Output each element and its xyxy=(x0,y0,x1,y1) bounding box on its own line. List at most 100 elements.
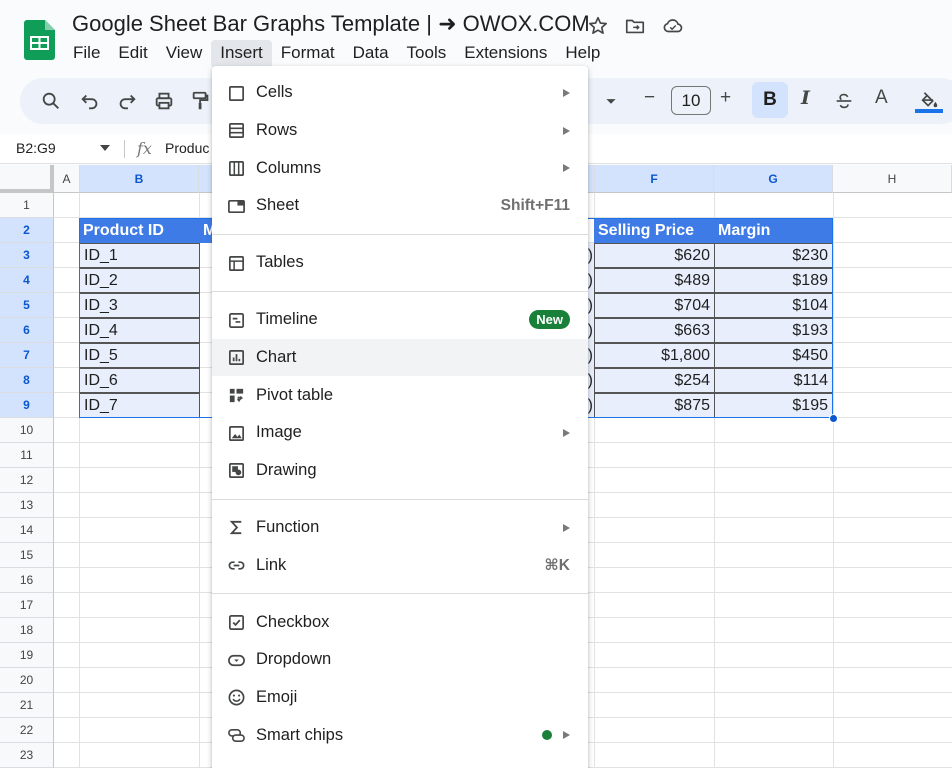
formula-input[interactable]: Produc xyxy=(165,140,209,156)
font-size-input[interactable]: 10 xyxy=(671,86,711,115)
row-header-11[interactable]: 11 xyxy=(0,443,54,468)
row-header-14[interactable]: 14 xyxy=(0,518,54,543)
menu-format[interactable]: Format xyxy=(272,40,344,68)
insert-menu-tables[interactable]: Tables xyxy=(212,244,588,282)
insert-menu-checkbox[interactable]: Checkbox xyxy=(212,603,588,641)
cell-b9[interactable]: ID_7 xyxy=(79,393,200,418)
row-header-22[interactable]: 22 xyxy=(0,718,54,743)
menu-tools[interactable]: Tools xyxy=(398,40,456,68)
menu-view[interactable]: View xyxy=(157,40,212,68)
cell-b5[interactable]: ID_3 xyxy=(79,293,200,318)
menu-help[interactable]: Help xyxy=(556,40,609,68)
insert-menu-sheet[interactable]: Sheet Shift+F11 xyxy=(212,187,588,225)
bold-button[interactable]: B xyxy=(752,82,788,118)
name-box[interactable]: B2:G9 xyxy=(16,140,56,156)
cell-g8[interactable]: $114 xyxy=(714,368,833,393)
insert-menu-columns[interactable]: Columns xyxy=(212,149,588,187)
cell-b7[interactable]: ID_5 xyxy=(79,343,200,368)
menu-edit[interactable]: Edit xyxy=(109,40,156,68)
insert-menu-image[interactable]: Image xyxy=(212,414,588,452)
row-header-4[interactable]: 4 xyxy=(0,268,54,293)
row-header-17[interactable]: 17 xyxy=(0,593,54,618)
cell-f2[interactable]: Selling Price xyxy=(594,218,715,243)
cell-g2[interactable]: Margin xyxy=(714,218,833,243)
strikethrough-icon[interactable] xyxy=(831,88,857,114)
cell-b8[interactable]: ID_6 xyxy=(79,368,200,393)
column-header-f[interactable]: F xyxy=(595,165,714,193)
print-icon[interactable] xyxy=(151,88,177,114)
cell-f7[interactable]: $1,800 xyxy=(594,343,715,368)
menu-data[interactable]: Data xyxy=(344,40,398,68)
row-header-9[interactable]: 9 xyxy=(0,393,54,418)
menu-file[interactable]: File xyxy=(64,40,109,68)
cell-f9[interactable]: $875 xyxy=(594,393,715,418)
increase-font-size-button[interactable]: + xyxy=(720,87,731,109)
row-header-20[interactable]: 20 xyxy=(0,668,54,693)
row-header-21[interactable]: 21 xyxy=(0,693,54,718)
menu-insert[interactable]: Insert xyxy=(211,40,272,68)
move-folder-icon[interactable] xyxy=(624,15,646,37)
paint-format-icon[interactable] xyxy=(188,88,214,114)
insert-menu-smart-chips[interactable]: Smart chips xyxy=(212,717,588,755)
insert-menu-cells[interactable]: Cells xyxy=(212,74,588,112)
font-caret-icon[interactable] xyxy=(598,88,624,114)
insert-menu-link[interactable]: Link ⌘K xyxy=(212,546,588,584)
insert-menu-emoji[interactable]: Emoji xyxy=(212,679,588,717)
cell-g9[interactable]: $195 xyxy=(714,393,833,418)
document-title[interactable]: Google Sheet Bar Graphs Template | ➜ OWO… xyxy=(72,11,590,37)
column-header-b[interactable]: B xyxy=(80,165,199,193)
cell-b2[interactable]: Product ID xyxy=(79,218,200,243)
row-header-23[interactable]: 23 xyxy=(0,743,54,768)
cell-g5[interactable]: $104 xyxy=(714,293,833,318)
star-icon[interactable] xyxy=(587,15,609,37)
undo-icon[interactable] xyxy=(77,88,103,114)
redo-icon[interactable] xyxy=(114,88,140,114)
name-box-dropdown-icon[interactable] xyxy=(100,145,110,151)
column-header-h[interactable]: H xyxy=(833,165,952,193)
cell-f8[interactable]: $254 xyxy=(594,368,715,393)
insert-menu-chart[interactable]: Chart xyxy=(212,338,588,377)
cell-b3[interactable]: ID_1 xyxy=(79,243,200,268)
insert-menu-drawing[interactable]: Drawing xyxy=(212,452,588,490)
row-header-3[interactable]: 3 xyxy=(0,243,54,268)
cell-g4[interactable]: $189 xyxy=(714,268,833,293)
select-all-corner[interactable] xyxy=(0,165,54,193)
cell-f4[interactable]: $489 xyxy=(594,268,715,293)
row-header-16[interactable]: 16 xyxy=(0,568,54,593)
menu-extensions[interactable]: Extensions xyxy=(455,40,556,68)
row-header-19[interactable]: 19 xyxy=(0,643,54,668)
cell-b4[interactable]: ID_2 xyxy=(79,268,200,293)
row-header-15[interactable]: 15 xyxy=(0,543,54,568)
cell-f6[interactable]: $663 xyxy=(594,318,715,343)
insert-menu-pivot-table[interactable]: Pivot table xyxy=(212,376,588,414)
cell-g7[interactable]: $450 xyxy=(714,343,833,368)
row-header-8[interactable]: 8 xyxy=(0,368,54,393)
sheets-logo-icon[interactable] xyxy=(24,20,55,60)
cell-g6[interactable]: $193 xyxy=(714,318,833,343)
row-header-18[interactable]: 18 xyxy=(0,618,54,643)
row-header-2[interactable]: 2 xyxy=(0,218,54,243)
cell-c2[interactable]: M xyxy=(199,218,213,243)
fill-handle[interactable] xyxy=(829,414,838,423)
row-header-13[interactable]: 13 xyxy=(0,493,54,518)
row-header-12[interactable]: 12 xyxy=(0,468,54,493)
row-header-6[interactable]: 6 xyxy=(0,318,54,343)
row-header-1[interactable]: 1 xyxy=(0,193,54,218)
cell-f3[interactable]: $620 xyxy=(594,243,715,268)
insert-menu-rows[interactable]: Rows xyxy=(212,112,588,150)
cell-g3[interactable]: $230 xyxy=(714,243,833,268)
row-header-7[interactable]: 7 xyxy=(0,343,54,368)
column-header-a[interactable]: A xyxy=(54,165,80,193)
row-header-10[interactable]: 10 xyxy=(0,418,54,443)
row-header-5[interactable]: 5 xyxy=(0,293,54,318)
insert-menu-dropdown[interactable]: Dropdown xyxy=(212,641,588,679)
insert-menu-timeline[interactable]: Timeline New xyxy=(212,301,588,339)
cell-f5[interactable]: $704 xyxy=(594,293,715,318)
decrease-font-size-button[interactable]: − xyxy=(644,87,655,109)
insert-menu-function[interactable]: Function xyxy=(212,509,588,547)
text-color-button[interactable]: A xyxy=(875,87,888,109)
search-menus-icon[interactable] xyxy=(38,88,64,114)
cell-b6[interactable]: ID_4 xyxy=(79,318,200,343)
cloud-saved-icon[interactable] xyxy=(662,15,684,37)
italic-button[interactable]: I xyxy=(801,87,810,109)
